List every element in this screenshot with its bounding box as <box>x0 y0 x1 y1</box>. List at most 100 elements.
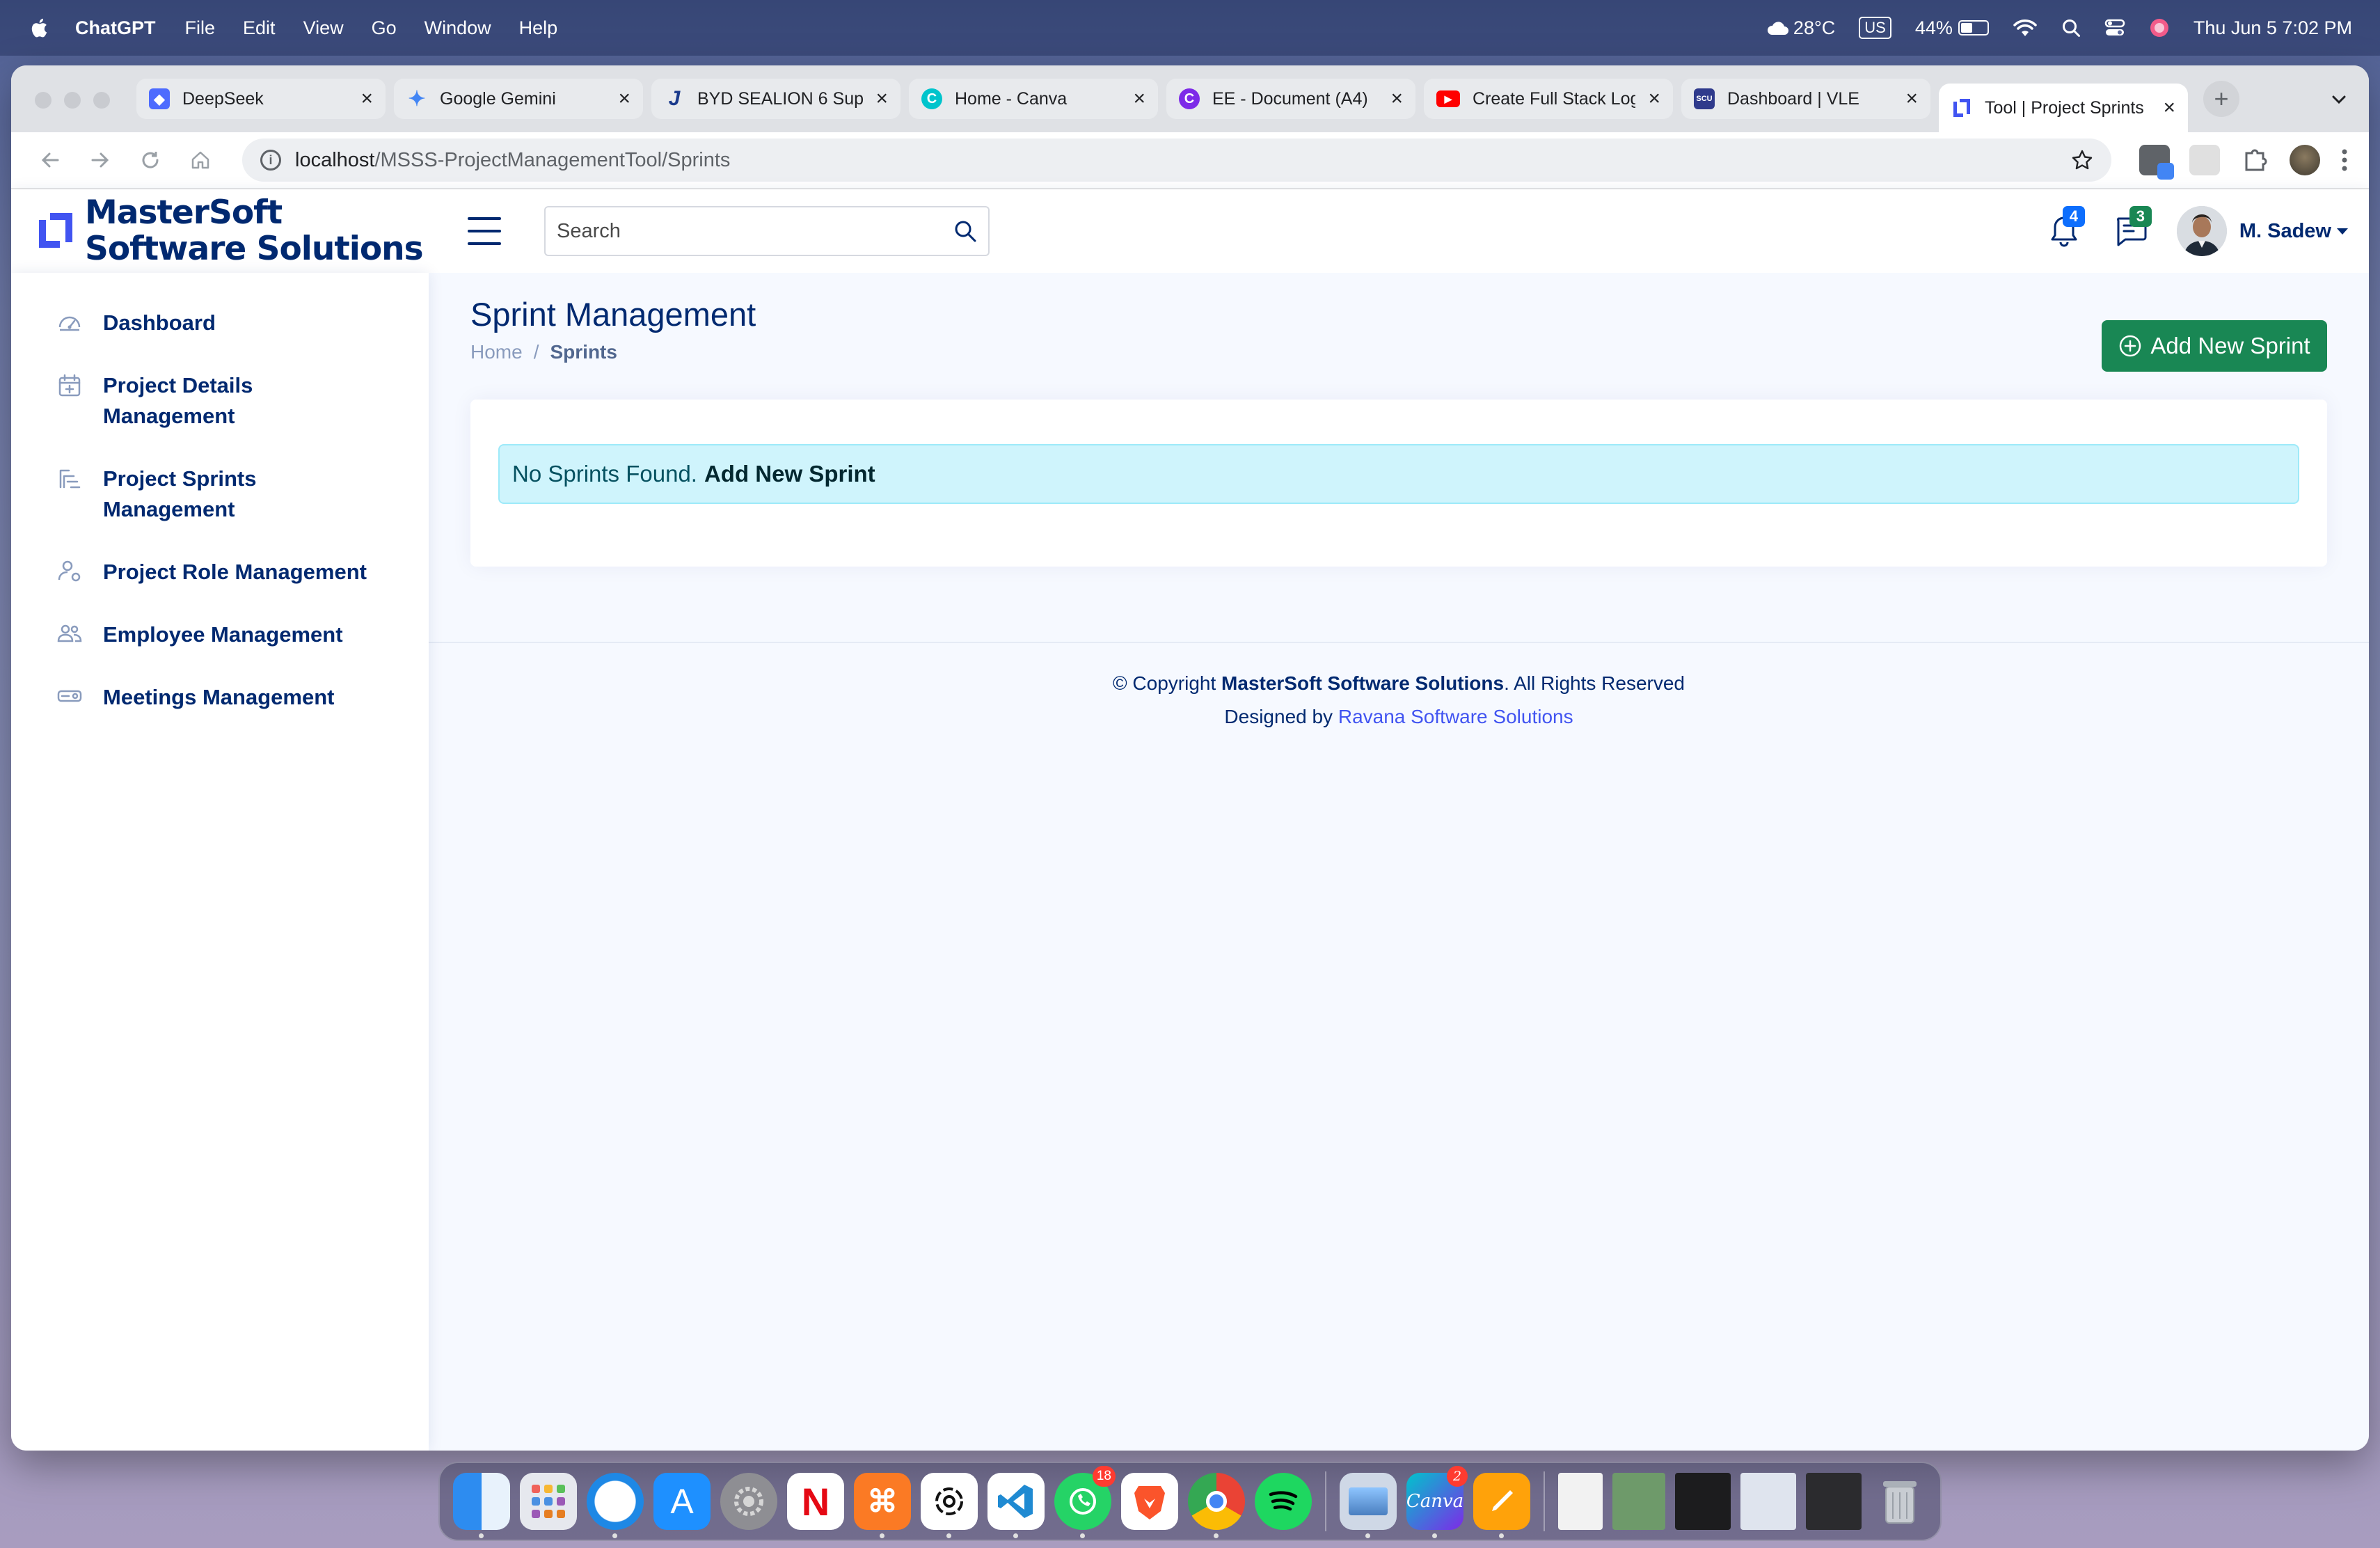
brave-icon[interactable] <box>1121 1473 1178 1530</box>
user-name: M. Sadew <box>2239 219 2331 242</box>
launchpad-icon[interactable] <box>520 1473 577 1530</box>
breadcrumb-separator: / <box>533 341 539 363</box>
trash-icon[interactable] <box>1871 1473 1928 1530</box>
menu-help[interactable]: Help <box>519 17 558 39</box>
tab-deepseek[interactable]: ◆ DeepSeek × <box>136 79 386 119</box>
extension-icon[interactable] <box>2189 145 2220 175</box>
running-indicator <box>880 1533 884 1538</box>
url-text[interactable]: localhost/MSSS-ProjectManagementTool/Spr… <box>295 149 2071 172</box>
close-tab-icon[interactable]: × <box>2163 96 2175 120</box>
spotify-icon[interactable] <box>1255 1473 1312 1530</box>
control-center-icon[interactable] <box>2104 18 2125 38</box>
menu-go[interactable]: Go <box>372 17 397 39</box>
home-button[interactable] <box>181 141 220 180</box>
tab-project-sprints[interactable]: Tool | Project Sprints × <box>1939 84 2188 132</box>
tab-title: Google Gemini <box>440 88 556 109</box>
reload-icon <box>142 152 159 168</box>
search-icon[interactable] <box>953 219 977 243</box>
messages-button[interactable]: 3 <box>2110 206 2152 252</box>
window-thumbnail[interactable] <box>1740 1473 1796 1530</box>
close-window-button[interactable] <box>35 92 51 109</box>
tab-vle[interactable]: SCU Dashboard | VLE × <box>1681 79 1930 119</box>
close-tab-icon[interactable]: × <box>1905 87 1918 111</box>
finder-icon[interactable] <box>453 1473 510 1538</box>
site-info-icon[interactable]: i <box>260 150 281 171</box>
menu-edit[interactable]: Edit <box>243 17 276 39</box>
weather-widget[interactable]: 28°C <box>1766 17 1835 39</box>
puzzle-extensions-icon[interactable] <box>2239 145 2270 175</box>
tab-canva-home[interactable]: C Home - Canva × <box>909 79 1158 119</box>
add-new-sprint-button[interactable]: Add New Sprint <box>2102 320 2327 372</box>
close-tab-icon[interactable]: × <box>618 87 630 111</box>
hamburger-line <box>468 230 501 232</box>
close-tab-icon[interactable]: × <box>1133 87 1145 111</box>
system-settings-icon[interactable] <box>720 1473 777 1530</box>
gear-glyph <box>734 1487 763 1516</box>
user-menu-toggle[interactable]: M. Sadew <box>2239 220 2348 243</box>
sidebar-item-meetings[interactable]: Meetings Management <box>11 682 429 713</box>
app-store-icon[interactable]: A <box>653 1473 711 1530</box>
apple-logo-icon[interactable] <box>28 16 49 40</box>
tab-byd[interactable]: J BYD SEALION 6 Super × <box>651 79 901 119</box>
bookmark-star-icon[interactable] <box>2071 149 2093 171</box>
spreadsheet-thumbnail[interactable] <box>1612 1473 1665 1530</box>
canva-icon[interactable]: Canva 2 <box>1406 1466 1468 1538</box>
projector-icon <box>57 690 82 702</box>
notifications-button[interactable]: 4 <box>2043 206 2085 252</box>
tab-title: Dashboard | VLE <box>1727 88 1859 109</box>
siri-icon[interactable] <box>2149 17 2170 38</box>
sidebar-item-dashboard[interactable]: Dashboard <box>11 308 429 338</box>
spotify-glyph <box>1269 1491 1298 1511</box>
tab-sharing-extension-icon[interactable] <box>2139 145 2174 180</box>
reload-button[interactable] <box>131 141 170 180</box>
sidebar-item-project-sprints[interactable]: Project Sprints Management <box>11 464 429 525</box>
search-input[interactable] <box>557 219 953 243</box>
document-thumbnail[interactable] <box>1558 1473 1603 1530</box>
tab-youtube[interactable]: ▶ Create Full Stack Log × <box>1424 79 1673 119</box>
menu-window[interactable]: Window <box>425 17 491 39</box>
active-app-name[interactable]: ChatGPT <box>75 17 156 39</box>
safari-icon[interactable] <box>587 1473 644 1538</box>
terminal-thumbnail[interactable] <box>1675 1473 1731 1530</box>
keyboard-layout-badge[interactable]: US <box>1859 17 1891 39</box>
minimize-window-button[interactable] <box>64 92 81 109</box>
vscode-icon[interactable] <box>987 1473 1045 1538</box>
whatsapp-icon[interactable]: 18 <box>1054 1466 1116 1538</box>
menu-file[interactable]: File <box>185 17 216 39</box>
zoom-window-button[interactable] <box>93 92 110 109</box>
add-new-sprint-link[interactable]: Add New Sprint <box>704 461 875 487</box>
sidebar-toggle-button[interactable] <box>468 217 501 245</box>
sidebar-item-project-details[interactable]: Project Details Management <box>11 370 429 432</box>
close-tab-icon[interactable]: × <box>360 87 373 111</box>
brand-logo[interactable]: MasterSoft Software Solutions <box>36 195 426 267</box>
tab-gemini[interactable]: ✦ Google Gemini × <box>394 79 643 119</box>
browser-menu-icon[interactable] <box>2340 146 2349 174</box>
sidebar-item-employees[interactable]: Employee Management <box>11 619 429 650</box>
address-bar[interactable]: i localhost/MSSS-ProjectManagementTool/S… <box>242 139 2111 182</box>
battery-status[interactable]: 44% <box>1915 17 1989 39</box>
netflix-icon[interactable]: N <box>787 1473 844 1530</box>
preview-icon[interactable] <box>1340 1473 1397 1538</box>
xampp-icon[interactable]: ⌘ <box>854 1473 911 1538</box>
pages-icon[interactable] <box>1473 1473 1530 1538</box>
close-tab-icon[interactable]: × <box>1648 87 1660 111</box>
menubar-clock[interactable]: Thu Jun 5 7:02 PM <box>2193 17 2352 39</box>
profile-avatar[interactable] <box>2290 145 2320 175</box>
sidebar-item-project-roles[interactable]: Project Role Management <box>11 557 429 587</box>
back-button[interactable] <box>31 141 70 180</box>
menu-view[interactable]: View <box>303 17 344 39</box>
user-avatar[interactable] <box>2176 206 2227 256</box>
close-tab-icon[interactable]: × <box>875 87 888 111</box>
wifi-icon[interactable] <box>2013 18 2038 38</box>
forward-button[interactable] <box>81 141 120 180</box>
screen-thumbnail[interactable] <box>1806 1473 1862 1530</box>
close-tab-icon[interactable]: × <box>1390 87 1403 111</box>
new-tab-button[interactable]: + <box>2203 81 2239 117</box>
tab-canva-document[interactable]: C EE - Document (A4) × <box>1166 79 1415 119</box>
spotlight-search-icon[interactable] <box>2061 18 2081 38</box>
chrome-icon[interactable] <box>1188 1473 1245 1538</box>
breadcrumb-home-link[interactable]: Home <box>470 341 523 363</box>
chatgpt-icon[interactable] <box>921 1473 978 1538</box>
tab-search-chevron-icon[interactable] <box>2330 90 2348 109</box>
designer-link[interactable]: Ravana Software Solutions <box>1338 706 1573 727</box>
